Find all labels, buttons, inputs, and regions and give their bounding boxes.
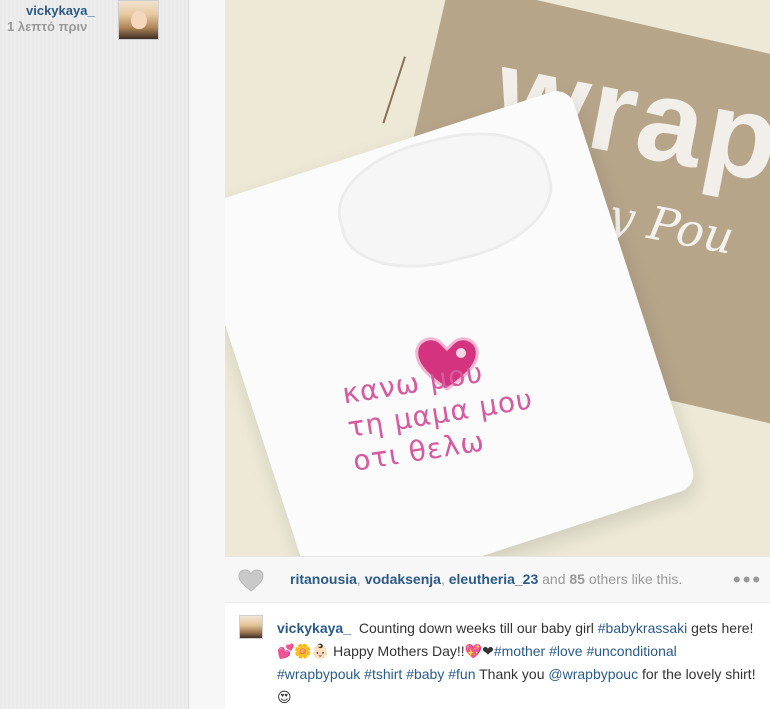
hashtag-link[interactable]: #unconditional [586, 643, 676, 659]
author-username-link[interactable]: vickykaya_ [26, 3, 95, 18]
caption: vickykaya_ Counting down weeks till our … [225, 602, 770, 709]
likes-suffix: others like this. [588, 571, 683, 587]
post-timestamp[interactable]: 1 λεπτό πριν [7, 19, 87, 34]
gutter [189, 0, 225, 709]
hashtag-link[interactable]: #tshirt [364, 666, 402, 682]
caption-fragment: Thank you [479, 666, 545, 682]
likes-bar: ritanousia, vodaksenja, eleutheria_23 an… [225, 556, 770, 602]
heart-icon[interactable] [237, 569, 265, 593]
liker-link[interactable]: vodaksenja [365, 571, 441, 587]
more-dots-icon[interactable]: ••• [733, 567, 762, 593]
likes-summary: ritanousia, vodaksenja, eleutheria_23 an… [290, 571, 683, 587]
hashtag-link[interactable]: #fun [448, 666, 475, 682]
hashtag-link[interactable]: #mother [494, 643, 545, 659]
author-avatar[interactable] [118, 0, 159, 40]
hashtag-link[interactable]: #love [549, 643, 582, 659]
left-background-strip [0, 0, 188, 709]
caption-author-avatar[interactable] [239, 615, 263, 639]
caption-author-link[interactable]: vickykaya_ [277, 620, 351, 636]
caption-text: vickykaya_ Counting down weeks till our … [277, 617, 762, 709]
hashtag-link[interactable]: #wrapbypouk [277, 666, 360, 682]
mention-link[interactable]: @wrapbypouc [548, 666, 638, 682]
post-photo[interactable]: wrap by Pou κανω μου τη μαμα μου οτι θελ… [225, 0, 770, 556]
liker-link[interactable]: eleutheria_23 [449, 571, 539, 587]
likes-and-word: and [542, 571, 566, 587]
hashtag-link[interactable]: #baby [406, 666, 444, 682]
post-author-header: vickykaya_ 1 λεπτό πριν [0, 0, 160, 40]
liker-link[interactable]: ritanousia [290, 571, 357, 587]
likes-count[interactable]: 85 [569, 571, 585, 587]
hashtag-link[interactable]: #babykrassaki [598, 620, 688, 636]
caption-fragment: Counting down weeks till our baby girl [358, 620, 594, 636]
